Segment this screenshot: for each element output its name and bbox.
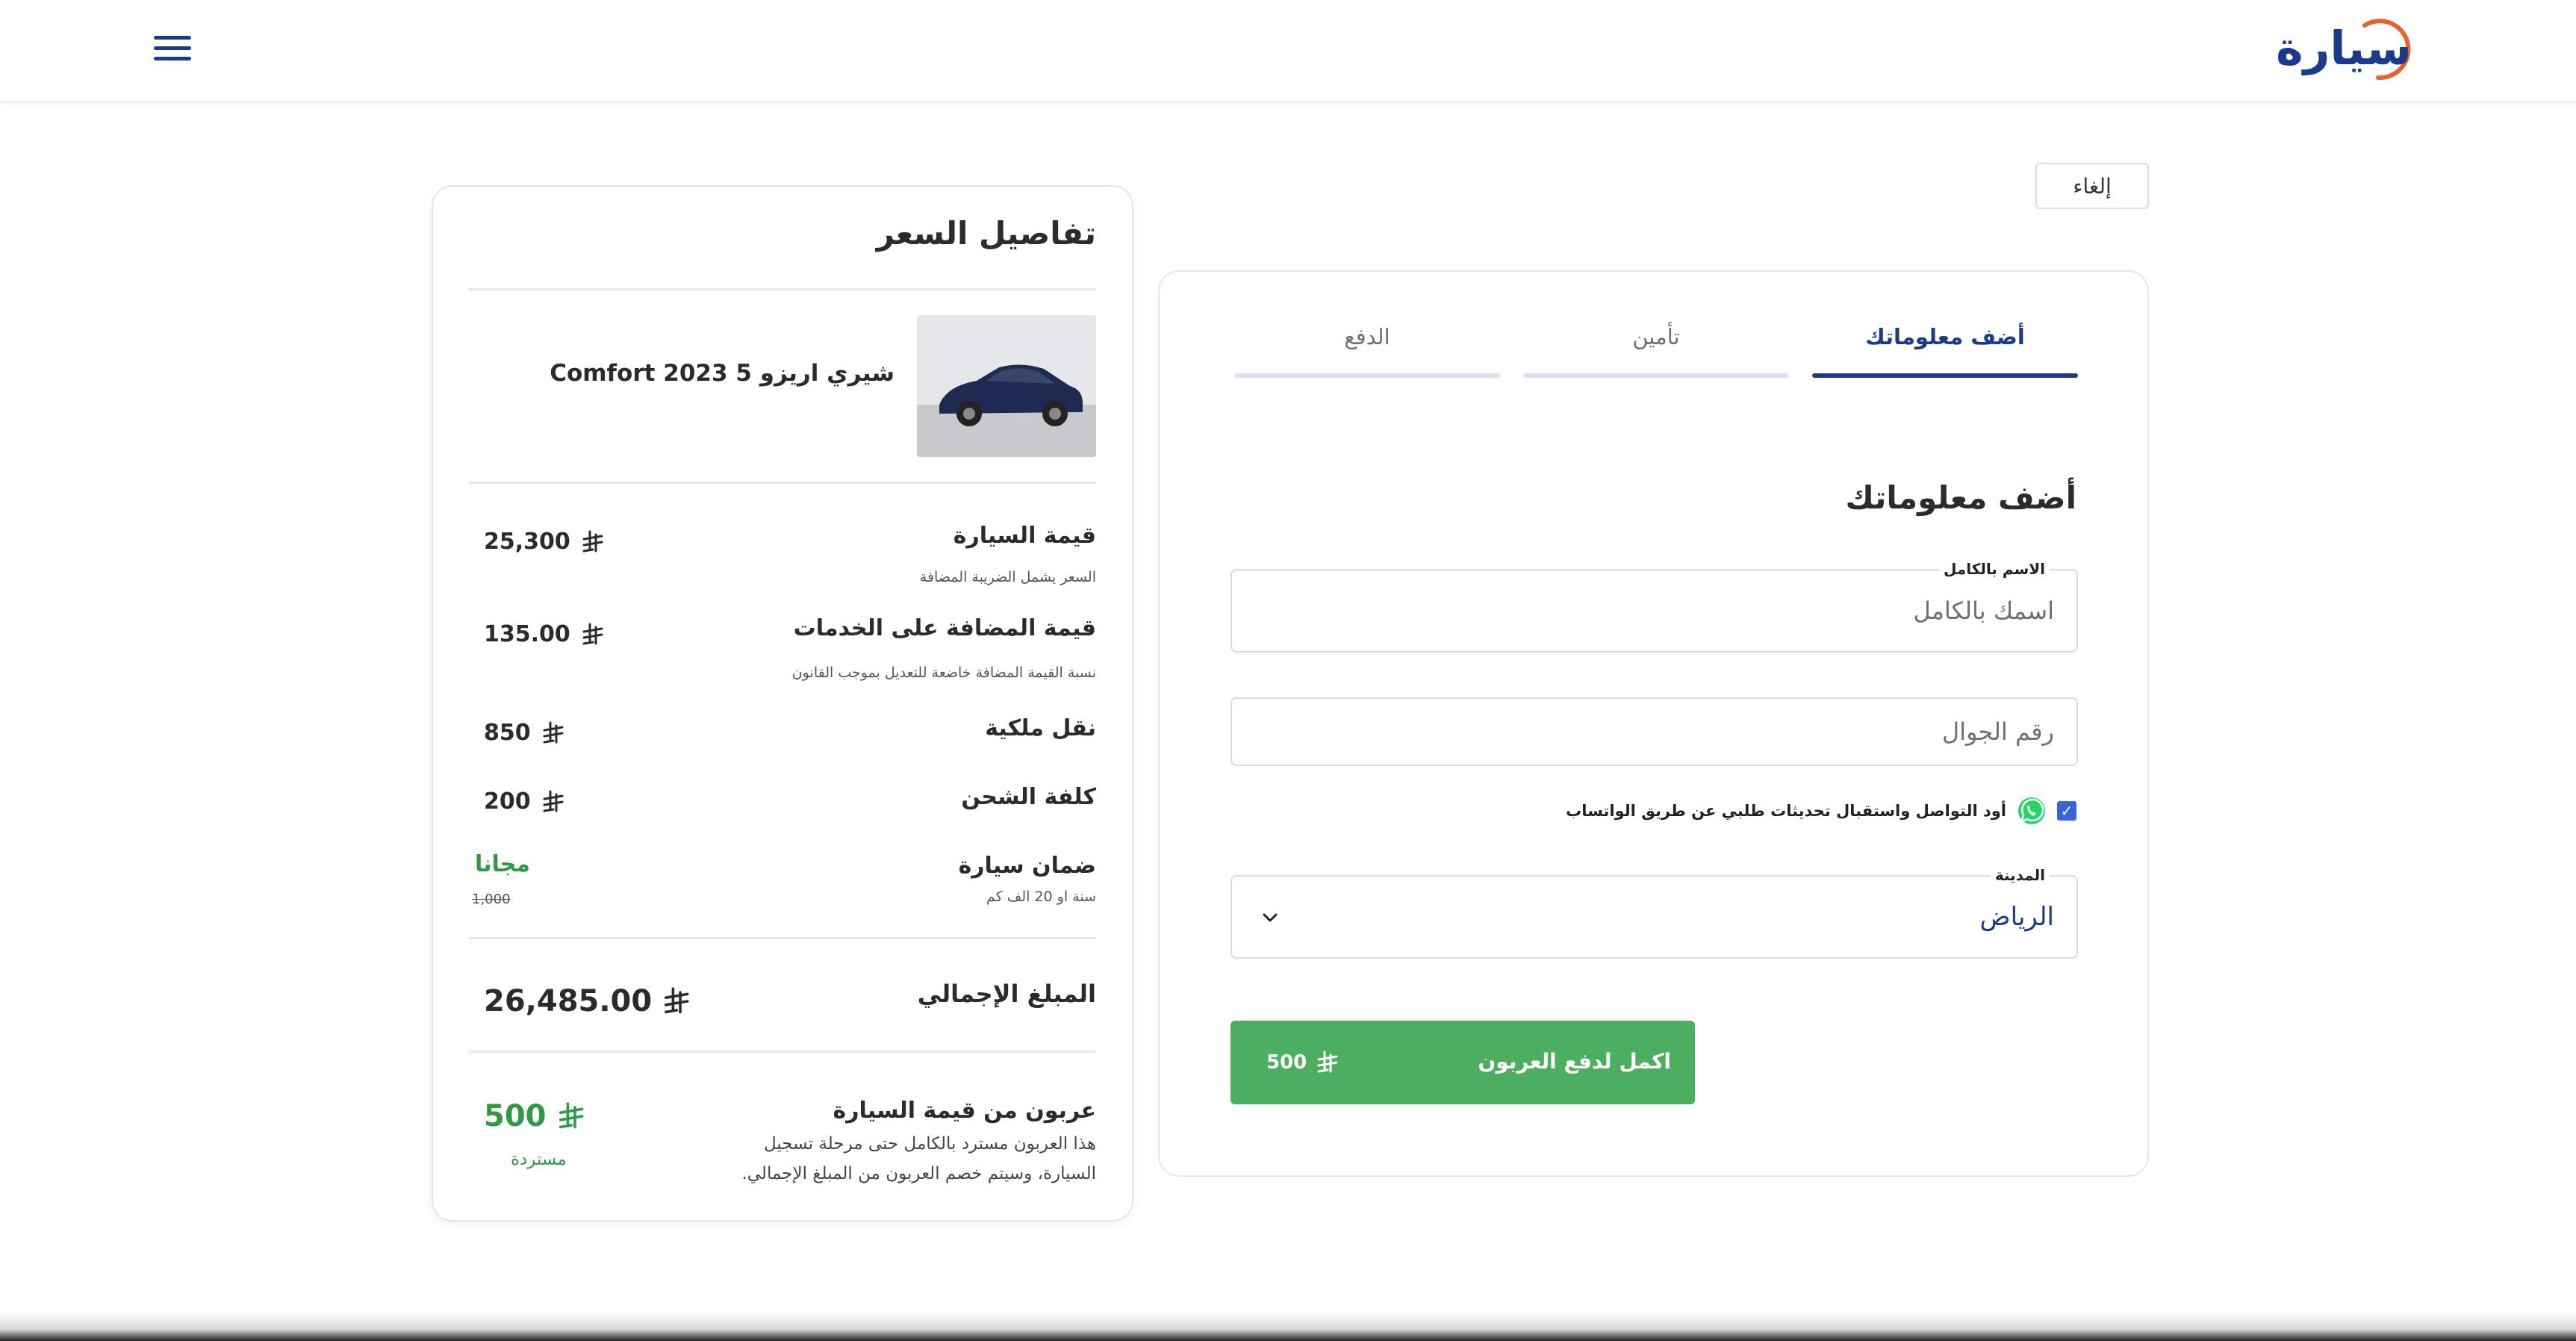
amount-text: 25,300 bbox=[484, 529, 570, 555]
divider bbox=[469, 288, 1096, 290]
pay-deposit-button[interactable]: اكمل لدفع العربون 500 bbox=[1231, 1021, 1695, 1104]
divider bbox=[469, 1051, 1096, 1053]
service-vat-amount: 135.00 bbox=[484, 621, 603, 647]
shipping-cost-amount: 200 bbox=[484, 788, 564, 815]
tab-indicator bbox=[1812, 373, 2078, 378]
logo-text: سيارة bbox=[2276, 21, 2412, 75]
amount-text: 200 bbox=[484, 788, 531, 815]
whatsapp-checkbox[interactable]: ✓ bbox=[2057, 801, 2076, 821]
warranty-label: ضمان سيارة bbox=[958, 853, 1096, 879]
riyal-icon bbox=[582, 623, 603, 644]
menu-line bbox=[154, 36, 191, 40]
deposit-title: عربون من قيمة السيارة bbox=[833, 1098, 1097, 1124]
form-section-title: أضف معلوماتك bbox=[1845, 479, 2076, 516]
chevron-down-icon bbox=[1263, 913, 1278, 922]
car-image bbox=[917, 315, 1096, 457]
amount-text: 135.00 bbox=[484, 621, 570, 647]
car-value-note: السعر يشمل الضريبة المضافة bbox=[919, 569, 1096, 585]
city-value: الرياض bbox=[1979, 902, 2055, 932]
tab-indicator bbox=[1523, 373, 1789, 378]
tab-label: تأمين bbox=[1632, 324, 1680, 349]
tab-indicator bbox=[1234, 373, 1500, 378]
whatsapp-consent: ✓ أود التواصل واستقبال تحديثات طلبي عن ط… bbox=[1566, 794, 2076, 827]
shipping-cost-label: كلفة الشحن bbox=[961, 784, 1096, 810]
hamburger-menu-icon[interactable] bbox=[154, 33, 191, 63]
warranty-original-price: 1,000 bbox=[472, 892, 511, 907]
riyal-icon bbox=[582, 530, 603, 552]
pay-deposit-label: اكمل لدفع العربون bbox=[1478, 1049, 1671, 1074]
service-vat-note: نسبة القيمة المضافة خاضعة للتعديل بموجب … bbox=[791, 665, 1096, 681]
deposit-refundable-note: مستردة bbox=[511, 1150, 567, 1169]
riyal-icon bbox=[559, 1102, 583, 1129]
phone-field bbox=[1231, 697, 2078, 766]
tab-insurance[interactable]: تأمين bbox=[1523, 324, 1789, 378]
service-vat-label: قيمة المضافة على الخدمات bbox=[793, 615, 1096, 641]
top-header: سيارة bbox=[0, 0, 2576, 102]
warranty-note: سنة او 20 الف كم bbox=[986, 889, 1096, 905]
car-value-amount: 25,300 bbox=[484, 529, 603, 555]
riyal-icon bbox=[665, 987, 689, 1014]
brand-logo[interactable]: سيارة bbox=[2276, 15, 2427, 82]
amount-text: 26,485.00 bbox=[484, 984, 653, 1018]
riyal-icon bbox=[1317, 1051, 1338, 1073]
tab-label: الدفع bbox=[1344, 324, 1390, 349]
amount-text: 500 bbox=[1266, 1051, 1307, 1074]
menu-line bbox=[154, 57, 191, 60]
tab-add-info[interactable]: أضف معلوماتك bbox=[1812, 324, 2078, 378]
amount-text: 850 bbox=[484, 720, 531, 746]
total-amount: 26,485.00 bbox=[484, 984, 689, 1018]
menu-line bbox=[154, 46, 191, 50]
price-details-card: تفاصيل السعر شيري اريزو 5 2023 Comfort ق… bbox=[432, 185, 1133, 1222]
pay-deposit-amount: 500 bbox=[1266, 1051, 1338, 1074]
full-name-input[interactable] bbox=[1247, 570, 2054, 651]
car-name: شيري اريزو 5 2023 Comfort bbox=[550, 360, 895, 387]
ownership-transfer-amount: 850 bbox=[484, 720, 564, 746]
deposit-amount: 500 bbox=[484, 1099, 584, 1133]
deposit-description: هذا العربون مسترد بالكامل حتى مرحلة تسجي… bbox=[741, 1134, 1096, 1183]
ownership-transfer-label: نقل ملكية bbox=[985, 715, 1096, 741]
city-select[interactable]: المدينة الرياض bbox=[1231, 866, 2078, 959]
divider bbox=[469, 937, 1096, 939]
cancel-button[interactable]: إلغاء bbox=[2035, 163, 2149, 209]
divider bbox=[469, 482, 1096, 484]
stepper-tabs: أضف معلوماتك تأمين الدفع bbox=[1231, 324, 2078, 378]
phone-input[interactable] bbox=[1247, 699, 2054, 765]
total-label: المبلغ الإجمالي bbox=[917, 980, 1096, 1008]
amount-text: 1,000 bbox=[472, 892, 511, 907]
info-form-card: أضف معلوماتك تأمين الدفع أضف معلوماتك ال… bbox=[1158, 270, 2149, 1177]
bottom-edge bbox=[0, 1311, 2576, 1341]
whatsapp-consent-text: أود التواصل واستقبال تحديثات طلبي عن طري… bbox=[1566, 802, 2006, 820]
price-details-title: تفاصيل السعر bbox=[876, 215, 1096, 252]
tab-payment[interactable]: الدفع bbox=[1234, 324, 1500, 378]
whatsapp-icon bbox=[2018, 797, 2045, 824]
riyal-icon bbox=[543, 721, 564, 743]
tab-label: أضف معلوماتك bbox=[1865, 324, 2025, 349]
car-value-label: قيمة السيارة bbox=[953, 523, 1096, 549]
riyal-icon bbox=[543, 790, 564, 812]
warranty-free-value: مجانا bbox=[475, 851, 530, 877]
full-name-field: الاسم بالكامل bbox=[1231, 560, 2078, 653]
amount-text: 500 bbox=[484, 1099, 547, 1133]
